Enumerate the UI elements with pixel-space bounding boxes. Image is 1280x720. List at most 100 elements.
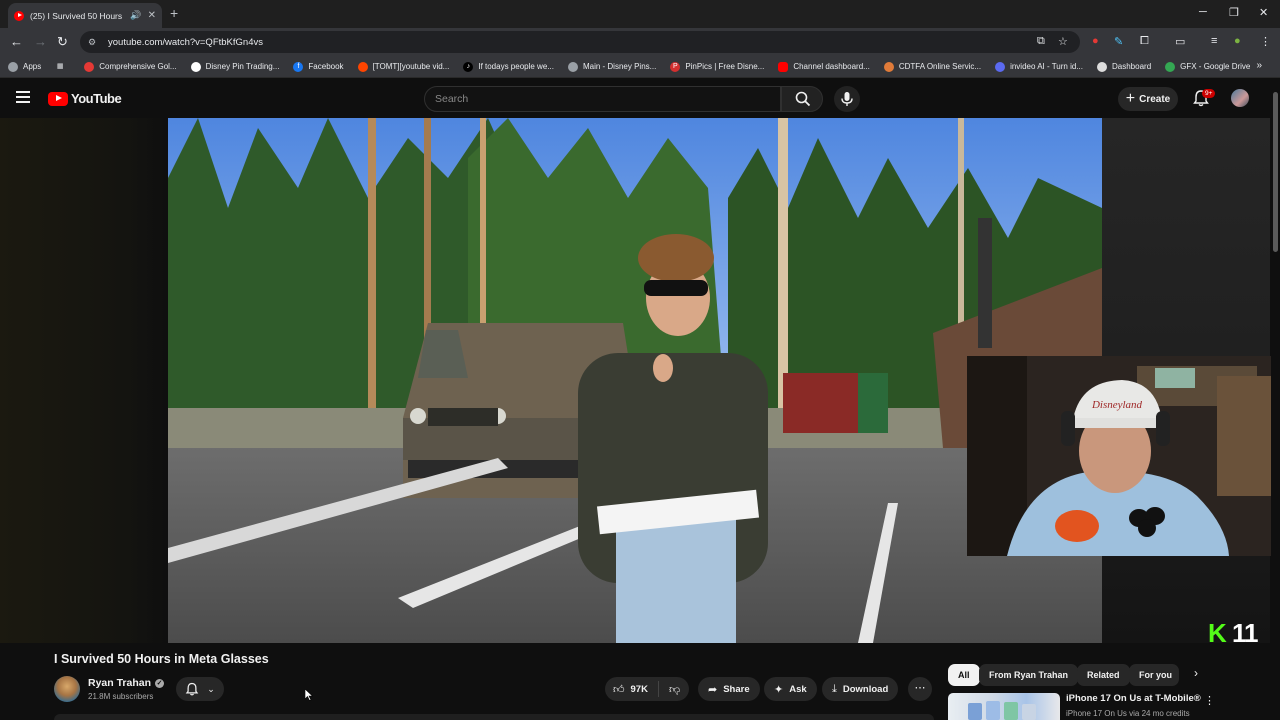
search-icon [795,91,811,107]
more-actions-button[interactable]: ⋯ [908,677,932,701]
pinpics-icon: P [670,61,681,72]
tab-search-icon[interactable]: ≡ [1211,35,1217,47]
sparkle-icon: ✦ [774,683,784,696]
chip-related[interactable]: Related [1077,664,1130,686]
bookmark-item[interactable]: Disney Pin Trading... [190,61,279,72]
browser-toolbar: ← → ↻ ⚙ youtube.com/watch?v=QFtbKfGn4vs … [0,28,1280,56]
window-close-icon[interactable]: ✕ [1259,6,1268,19]
bookmark-item[interactable]: f Facebook [293,61,344,72]
chip-from-channel[interactable]: From Ryan Trahan [979,664,1079,686]
install-app-icon[interactable]: ⧉ [1037,35,1045,48]
bookmark-item[interactable]: invideo AI - Turn id... [995,61,1083,72]
notification-count-badge: 9+ [1202,89,1216,98]
share-label: Share [723,683,750,695]
chrome-menu-icon[interactable]: ⋮ [1260,35,1271,48]
youtube-logo[interactable]: YouTube [48,91,122,106]
extensions-puzzle-icon[interactable]: ⧠ [1140,35,1149,48]
download-icon: ⤓ [832,682,837,695]
bookmarks-overflow-icon[interactable]: » [1256,60,1262,71]
bookmark-item[interactable]: Channel dashboard... [778,61,870,72]
split-view-icon[interactable]: ▭ [1175,35,1185,48]
stream-overlay-counter: K 11 [1208,618,1258,649]
bookmark-item[interactable]: [TOMT][youtube vid... [357,61,449,72]
bookmark-item[interactable]: P PinPics | Free Disne... [670,61,764,72]
bookmark-item[interactable]: GFX - Google Drive [1165,61,1250,72]
channel-name-link[interactable]: Ryan Trahan ✓ [88,677,165,689]
address-bar[interactable]: ⚙ youtube.com/watch?v=QFtbKfGn4vs [80,31,1080,53]
bookmark-star-icon[interactable]: ☆ [1058,35,1068,48]
bookmark-item[interactable]: Comprehensive Gol... [84,61,177,72]
tiktok-icon: ♪ [463,61,474,72]
profile-icon[interactable]: ● [1234,35,1241,47]
youtube-favicon-icon [14,10,24,21]
ask-label: Ask [789,683,807,695]
thumbs-down-icon: 👎︎ [668,683,681,696]
url-text: youtube.com/watch?v=QFtbKfGn4vs [108,36,263,48]
share-arrow-icon: ➦ [708,683,718,696]
apps-grid-icon [8,61,18,72]
tab-title: (25) I Survived 50 Hours in [30,10,125,21]
reload-icon[interactable]: ↻ [57,34,68,50]
create-label: Create [1139,93,1171,105]
like-button[interactable]: 👍︎ 97K [605,681,659,697]
site-info-icon[interactable]: ⚙ [88,37,100,48]
dashboard-icon [1097,61,1107,72]
restore-icon[interactable]: ❐ [1229,6,1239,19]
extension-record-icon[interactable]: ● [1092,35,1099,47]
scrollbar-thumb[interactable] [1273,92,1278,252]
browser-tab[interactable]: (25) I Survived 50 Hours in 🔊 ✕ [8,3,162,28]
bookmark-item[interactable]: CDTFA Online Servic... [883,61,981,72]
video-player[interactable] [168,118,1102,643]
new-tab-button[interactable]: + [170,5,178,21]
chevron-right-icon[interactable]: › [1194,666,1198,680]
subscriber-count: 21.8M subscribers [88,692,154,701]
bookmark-apps[interactable]: Apps [8,61,41,72]
mouse-cursor-icon [305,689,313,701]
bookmark-item[interactable]: ♪ If todays people we... [463,61,554,72]
search-button[interactable] [781,86,823,112]
recommendation-title[interactable]: iPhone 17 On Us at T-Mobile® [1066,693,1201,704]
chip-for-you[interactable]: For you [1129,664,1179,686]
invideo-icon [995,61,1006,72]
recommendation-subtitle: iPhone 17 On Us via 24 mo credits [1066,709,1190,718]
bookmark-item[interactable]: Dashboard [1097,61,1151,72]
google-drive-icon [1165,61,1176,72]
dislike-button[interactable]: 👎︎ [659,683,690,696]
chip-all[interactable]: All [948,664,980,686]
ask-button[interactable]: ✦ Ask [764,677,817,701]
bookmark-favicon-icon [567,61,578,72]
recommendation-thumbnail[interactable] [948,693,1060,720]
voice-search-button[interactable] [834,86,860,112]
youtube-header: YouTube Search + Create 9+ [0,80,1280,118]
download-label: Download [842,683,889,695]
extension-translate-icon[interactable]: ✎ [1114,35,1123,48]
overlay-number: 11 [1232,618,1258,648]
search-input[interactable]: Search [424,86,781,112]
svg-text:Disneyland: Disneyland [1091,399,1143,411]
channel-avatar[interactable] [54,676,80,702]
like-dislike-group: 👍︎ 97K 👎︎ [605,677,689,701]
tab-close-icon[interactable]: ✕ [148,10,156,21]
create-button[interactable]: + Create [1118,87,1178,111]
reddit-icon [357,61,368,72]
recommendation-menu-icon[interactable]: ⋮ [1204,694,1215,707]
facebook-icon: f [293,61,304,72]
menu-hamburger-icon[interactable] [16,91,30,103]
bell-icon [185,682,199,696]
forward-icon[interactable]: → [34,34,47,49]
bookmark-item[interactable]: Main - Disney Pins... [567,61,656,72]
video-frame-image [168,118,1102,643]
browser-tab-strip: (25) I Survived 50 Hours in 🔊 ✕ + ─ ❐ ✕ [0,0,1280,28]
bookmark-favicon-icon [84,61,95,72]
account-avatar[interactable] [1231,89,1249,107]
back-icon[interactable]: ← [10,34,23,49]
subscription-notify-button[interactable]: ⌄ [176,677,224,701]
speaker-icon[interactable]: 🔊 [130,10,141,21]
microphone-icon [841,92,853,106]
bookmark-grid[interactable]: ▦ [55,62,70,72]
download-button[interactable]: ⤓ Download [822,677,899,701]
video-title: I Survived 50 Hours in Meta Glasses [54,652,269,666]
webcam-image: Disneyland [967,356,1280,556]
share-button[interactable]: ➦ Share [698,677,760,701]
minimize-icon[interactable]: ─ [1199,6,1207,18]
